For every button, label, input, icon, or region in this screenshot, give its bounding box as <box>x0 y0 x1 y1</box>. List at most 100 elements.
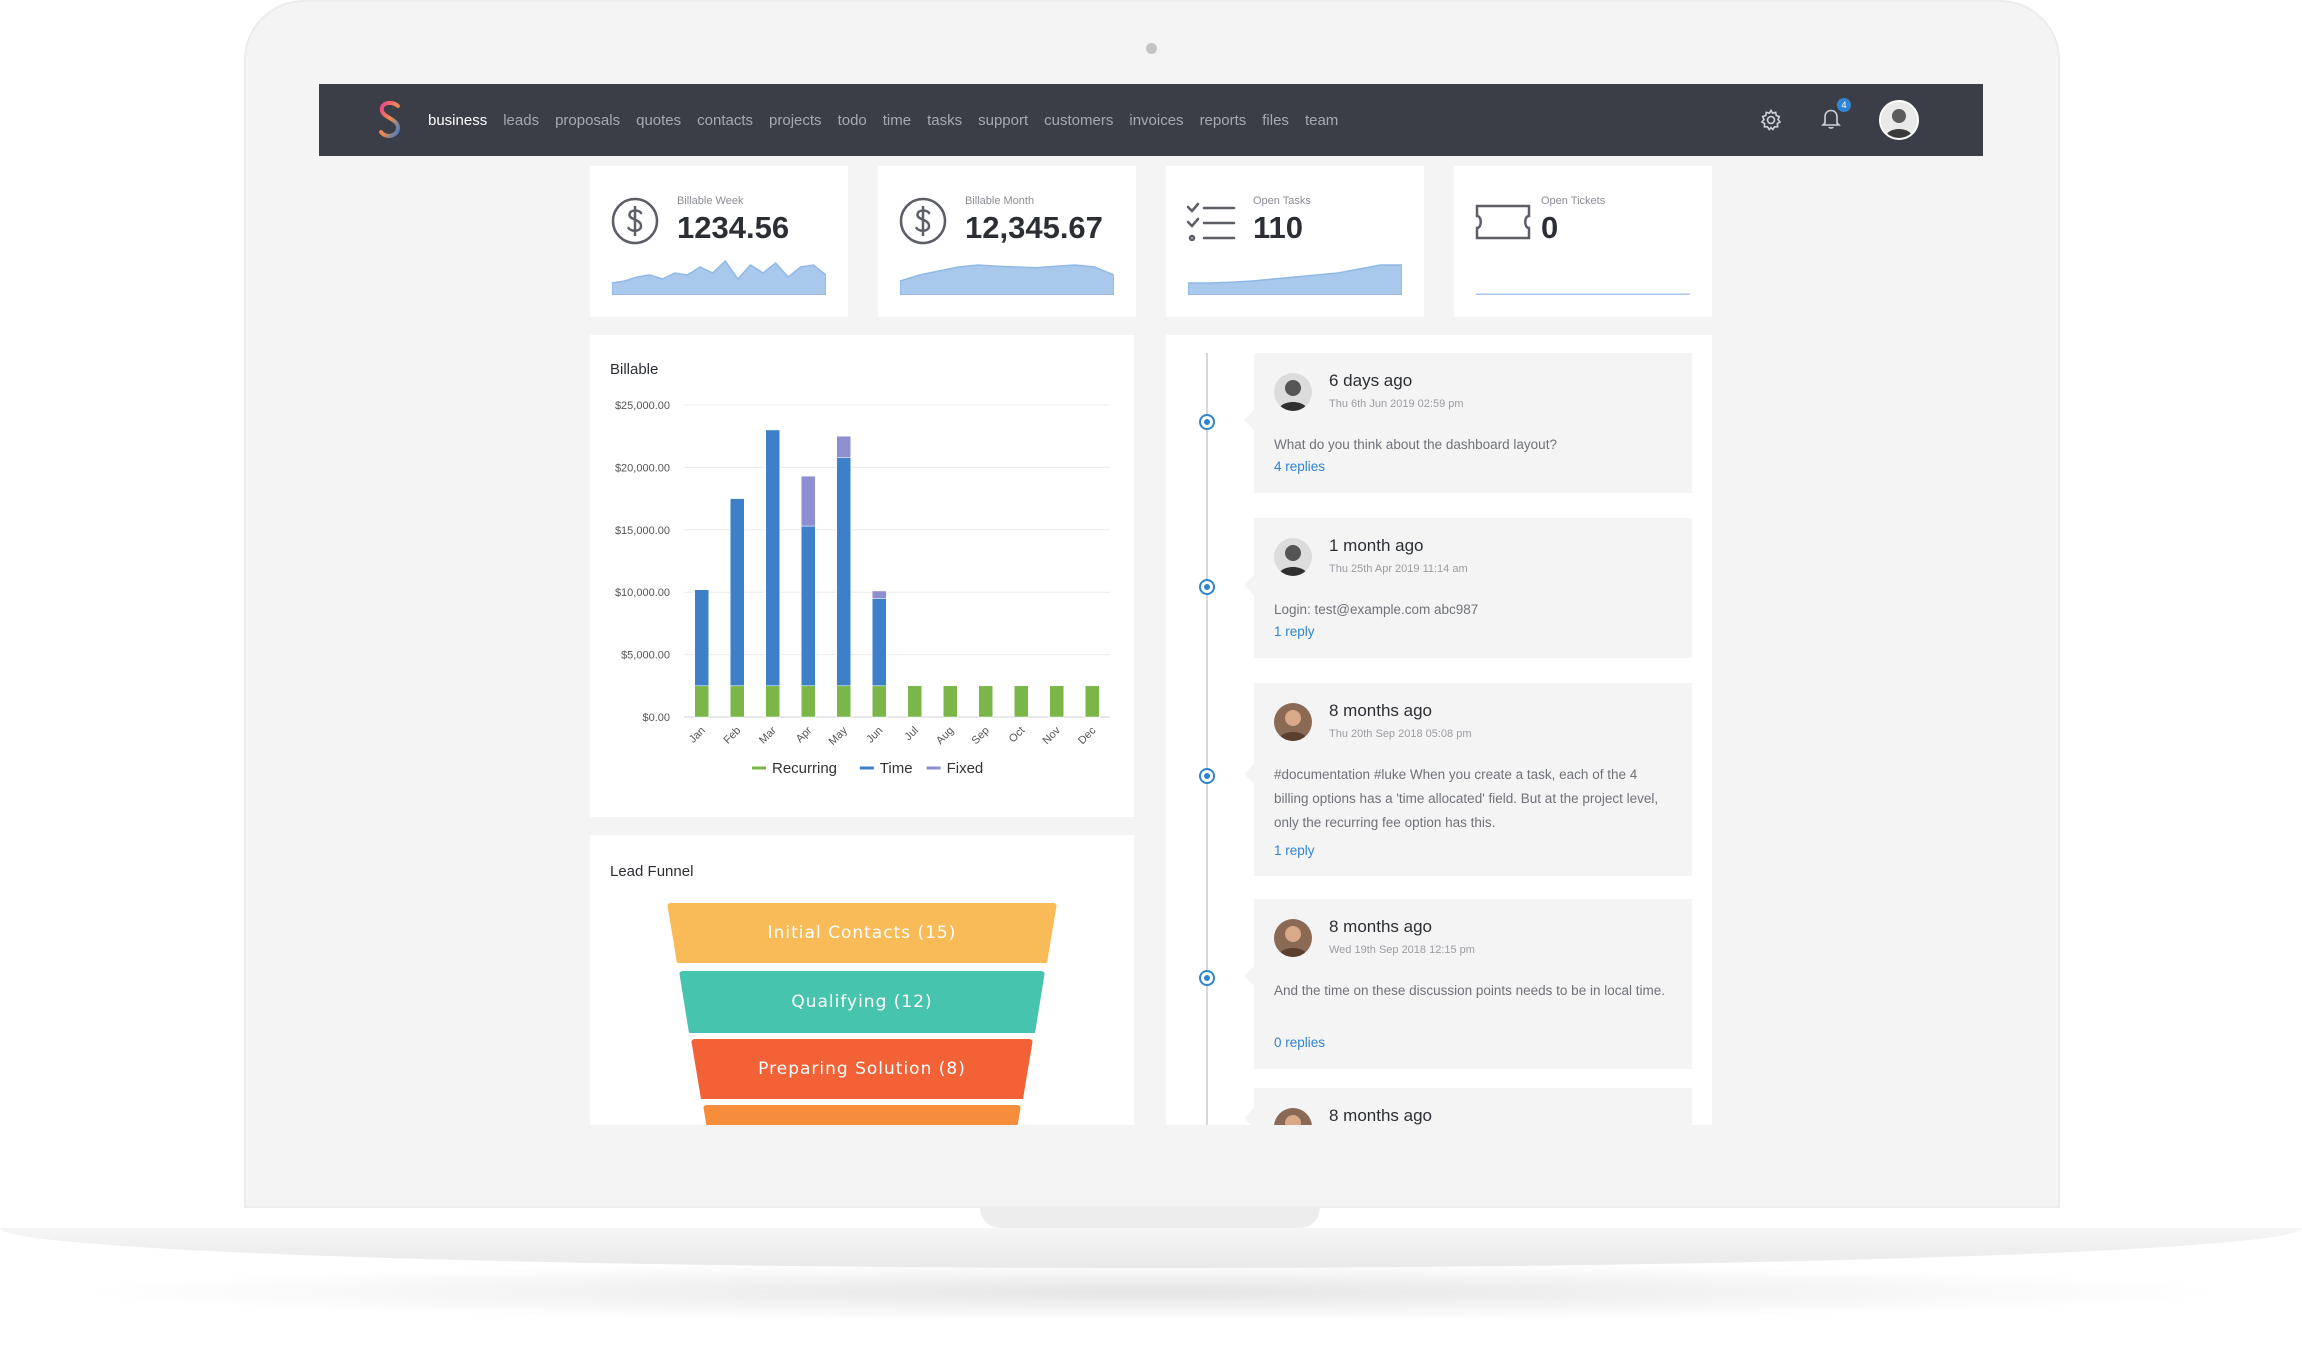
y-tick-label: $5,000.00 <box>621 650 670 662</box>
post-replies-link[interactable]: 0 replies <box>1274 1035 1325 1050</box>
bar-recurring-feb[interactable] <box>730 685 745 718</box>
nav-item-projects[interactable]: projects <box>769 112 822 129</box>
bar-time-apr[interactable] <box>801 525 816 687</box>
timeline-post[interactable]: 8 months ago <box>1244 1088 1692 1125</box>
bar-fixed-apr[interactable] <box>801 475 816 527</box>
bar-fixed-may[interactable] <box>836 435 851 458</box>
x-tick-label: Mar <box>757 724 779 746</box>
nav-icons: 4 <box>1759 84 1919 156</box>
laptop-notch <box>980 1208 1320 1228</box>
bar-time-may[interactable] <box>836 457 851 687</box>
bar-recurring-oct[interactable] <box>1014 685 1029 718</box>
nav-item-team[interactable]: team <box>1305 112 1338 129</box>
timeline-dot <box>1199 579 1215 595</box>
nav-item-tasks[interactable]: tasks <box>927 112 962 129</box>
bar-recurring-jan[interactable] <box>694 685 709 718</box>
bar-time-jan[interactable] <box>694 589 709 687</box>
nav-item-support[interactable]: support <box>978 112 1028 129</box>
bar-recurring-jul[interactable] <box>907 685 922 718</box>
timeline-post[interactable]: 1 month ago Thu 25th Apr 2019 11:14 am Log… <box>1244 518 1692 658</box>
bar-recurring-may[interactable] <box>836 685 851 718</box>
timeline-dot <box>1199 970 1215 986</box>
sparkline-chart <box>900 264 1114 295</box>
nav-item-customers[interactable]: customers <box>1044 112 1113 129</box>
app-screen: business leads proposals quotes contacts proj… <box>319 84 1983 1125</box>
nav-item-proposals[interactable]: proposals <box>555 112 620 129</box>
stat-label: Billable Week <box>677 195 744 207</box>
post-text: #documentation #luke When you create a t… <box>1274 767 1659 830</box>
stat-value: 110 <box>1253 210 1304 245</box>
stat-value: 0 <box>1541 210 1559 245</box>
nav-item-files[interactable]: files <box>1262 112 1289 129</box>
post-author-avatar[interactable] <box>1274 703 1312 741</box>
bar-time-mar[interactable] <box>765 429 780 687</box>
post-time-ago: 8 months ago <box>1329 917 1433 936</box>
post-author-avatar[interactable] <box>1274 538 1312 576</box>
timeline-post[interactable]: 6 days ago Thu 6th Jun 2019 02:59 pm What … <box>1244 353 1692 493</box>
post-author-avatar[interactable] <box>1274 1108 1312 1125</box>
bar-recurring-jun[interactable] <box>872 685 887 718</box>
timeline-post[interactable]: 8 months ago Wed 19th Sep 2018 12:15 pm An… <box>1244 899 1692 1069</box>
sparkline-chart <box>612 259 826 295</box>
x-tick-label: Jan <box>687 725 708 746</box>
x-tick-label: Nov <box>1041 724 1064 747</box>
bar-recurring-apr[interactable] <box>801 685 816 718</box>
post-time-ago: 6 days ago <box>1329 371 1413 390</box>
post-text: Login: test@example.com abc987 <box>1274 602 1479 617</box>
post-author-avatar[interactable] <box>1274 373 1312 411</box>
x-tick-label: Aug <box>934 725 956 747</box>
post-replies-link[interactable]: 1 reply <box>1274 843 1315 858</box>
bar-fixed-jun[interactable] <box>872 590 887 599</box>
lead-funnel-title: Lead Funnel <box>610 863 694 880</box>
post-author-avatar[interactable] <box>1274 919 1312 957</box>
user-avatar[interactable] <box>1879 100 1919 140</box>
legend-label-recurring[interactable]: Recurring <box>772 760 837 777</box>
nav-item-contacts[interactable]: contacts <box>697 112 753 129</box>
stat-card-billable-month: Billable Month 12,345.67 <box>878 166 1136 317</box>
funnel-level-0[interactable]: Initial Contacts (15) <box>667 903 1057 963</box>
stat-label: Open Tasks <box>1253 195 1311 207</box>
bar-recurring-dec[interactable] <box>1085 685 1100 718</box>
bar-recurring-nov[interactable] <box>1049 685 1064 718</box>
post-time-ago: 8 months ago <box>1329 701 1433 720</box>
checklist-icon <box>1186 202 1236 249</box>
timeline-post[interactable]: 8 months ago Thu 20th Sep 2018 05:08 pm #d… <box>1244 683 1692 876</box>
nav-item-invoices[interactable]: invoices <box>1129 112 1183 129</box>
funnel-level-2[interactable]: Preparing Solution (8) <box>691 1039 1033 1099</box>
post-time-ago: 1 month ago <box>1329 536 1424 555</box>
nav-menu: business leads proposals quotes contacts proj… <box>428 84 1354 156</box>
legend-label-time[interactable]: Time <box>880 760 913 777</box>
laptop-shadow <box>60 1262 2242 1322</box>
bar-recurring-mar[interactable] <box>765 685 780 718</box>
nav-item-reports[interactable]: reports <box>1200 112 1247 129</box>
nav-item-time[interactable]: time <box>883 112 911 129</box>
sparkline-chart <box>1188 264 1402 295</box>
notifications-button[interactable]: 4 <box>1819 97 1851 135</box>
y-tick-label: $20,000.00 <box>615 462 670 474</box>
stat-card-billable-week: Billable Week 1234.56 <box>590 166 848 317</box>
discussion-timeline-card: 6 days ago Thu 6th Jun 2019 02:59 pm What … <box>1166 335 1712 1125</box>
x-tick-label: Apr <box>794 724 815 745</box>
funnel-level-3[interactable] <box>703 1105 1021 1125</box>
post-text: What do you think about the dashboard la… <box>1274 437 1557 452</box>
sparkline-area <box>1188 264 1402 295</box>
bar-recurring-sep[interactable] <box>978 685 993 718</box>
nav-item-business[interactable]: business <box>428 112 487 129</box>
nav-item-todo[interactable]: todo <box>838 112 867 129</box>
settings-gear-icon[interactable] <box>1759 108 1783 132</box>
bar-recurring-aug[interactable] <box>943 685 958 718</box>
legend-label-fixed[interactable]: Fixed <box>947 760 984 777</box>
nav-item-quotes[interactable]: quotes <box>636 112 681 129</box>
nav-item-leads[interactable]: leads <box>503 112 539 129</box>
logo-s-icon[interactable] <box>377 100 403 140</box>
camera-dot <box>1146 43 1157 54</box>
post-replies-link[interactable]: 1 reply <box>1274 624 1315 639</box>
x-tick-label: Jul <box>902 725 920 743</box>
post-date: Wed 19th Sep 2018 12:15 pm <box>1329 944 1475 956</box>
bar-time-feb[interactable] <box>730 498 745 687</box>
post-time-ago: 8 months ago <box>1329 1106 1433 1125</box>
post-replies-link[interactable]: 4 replies <box>1274 459 1325 474</box>
bar-time-jun[interactable] <box>872 598 887 687</box>
sparkline-area <box>1476 293 1690 295</box>
funnel-level-1[interactable]: Qualifying (12) <box>679 971 1045 1033</box>
